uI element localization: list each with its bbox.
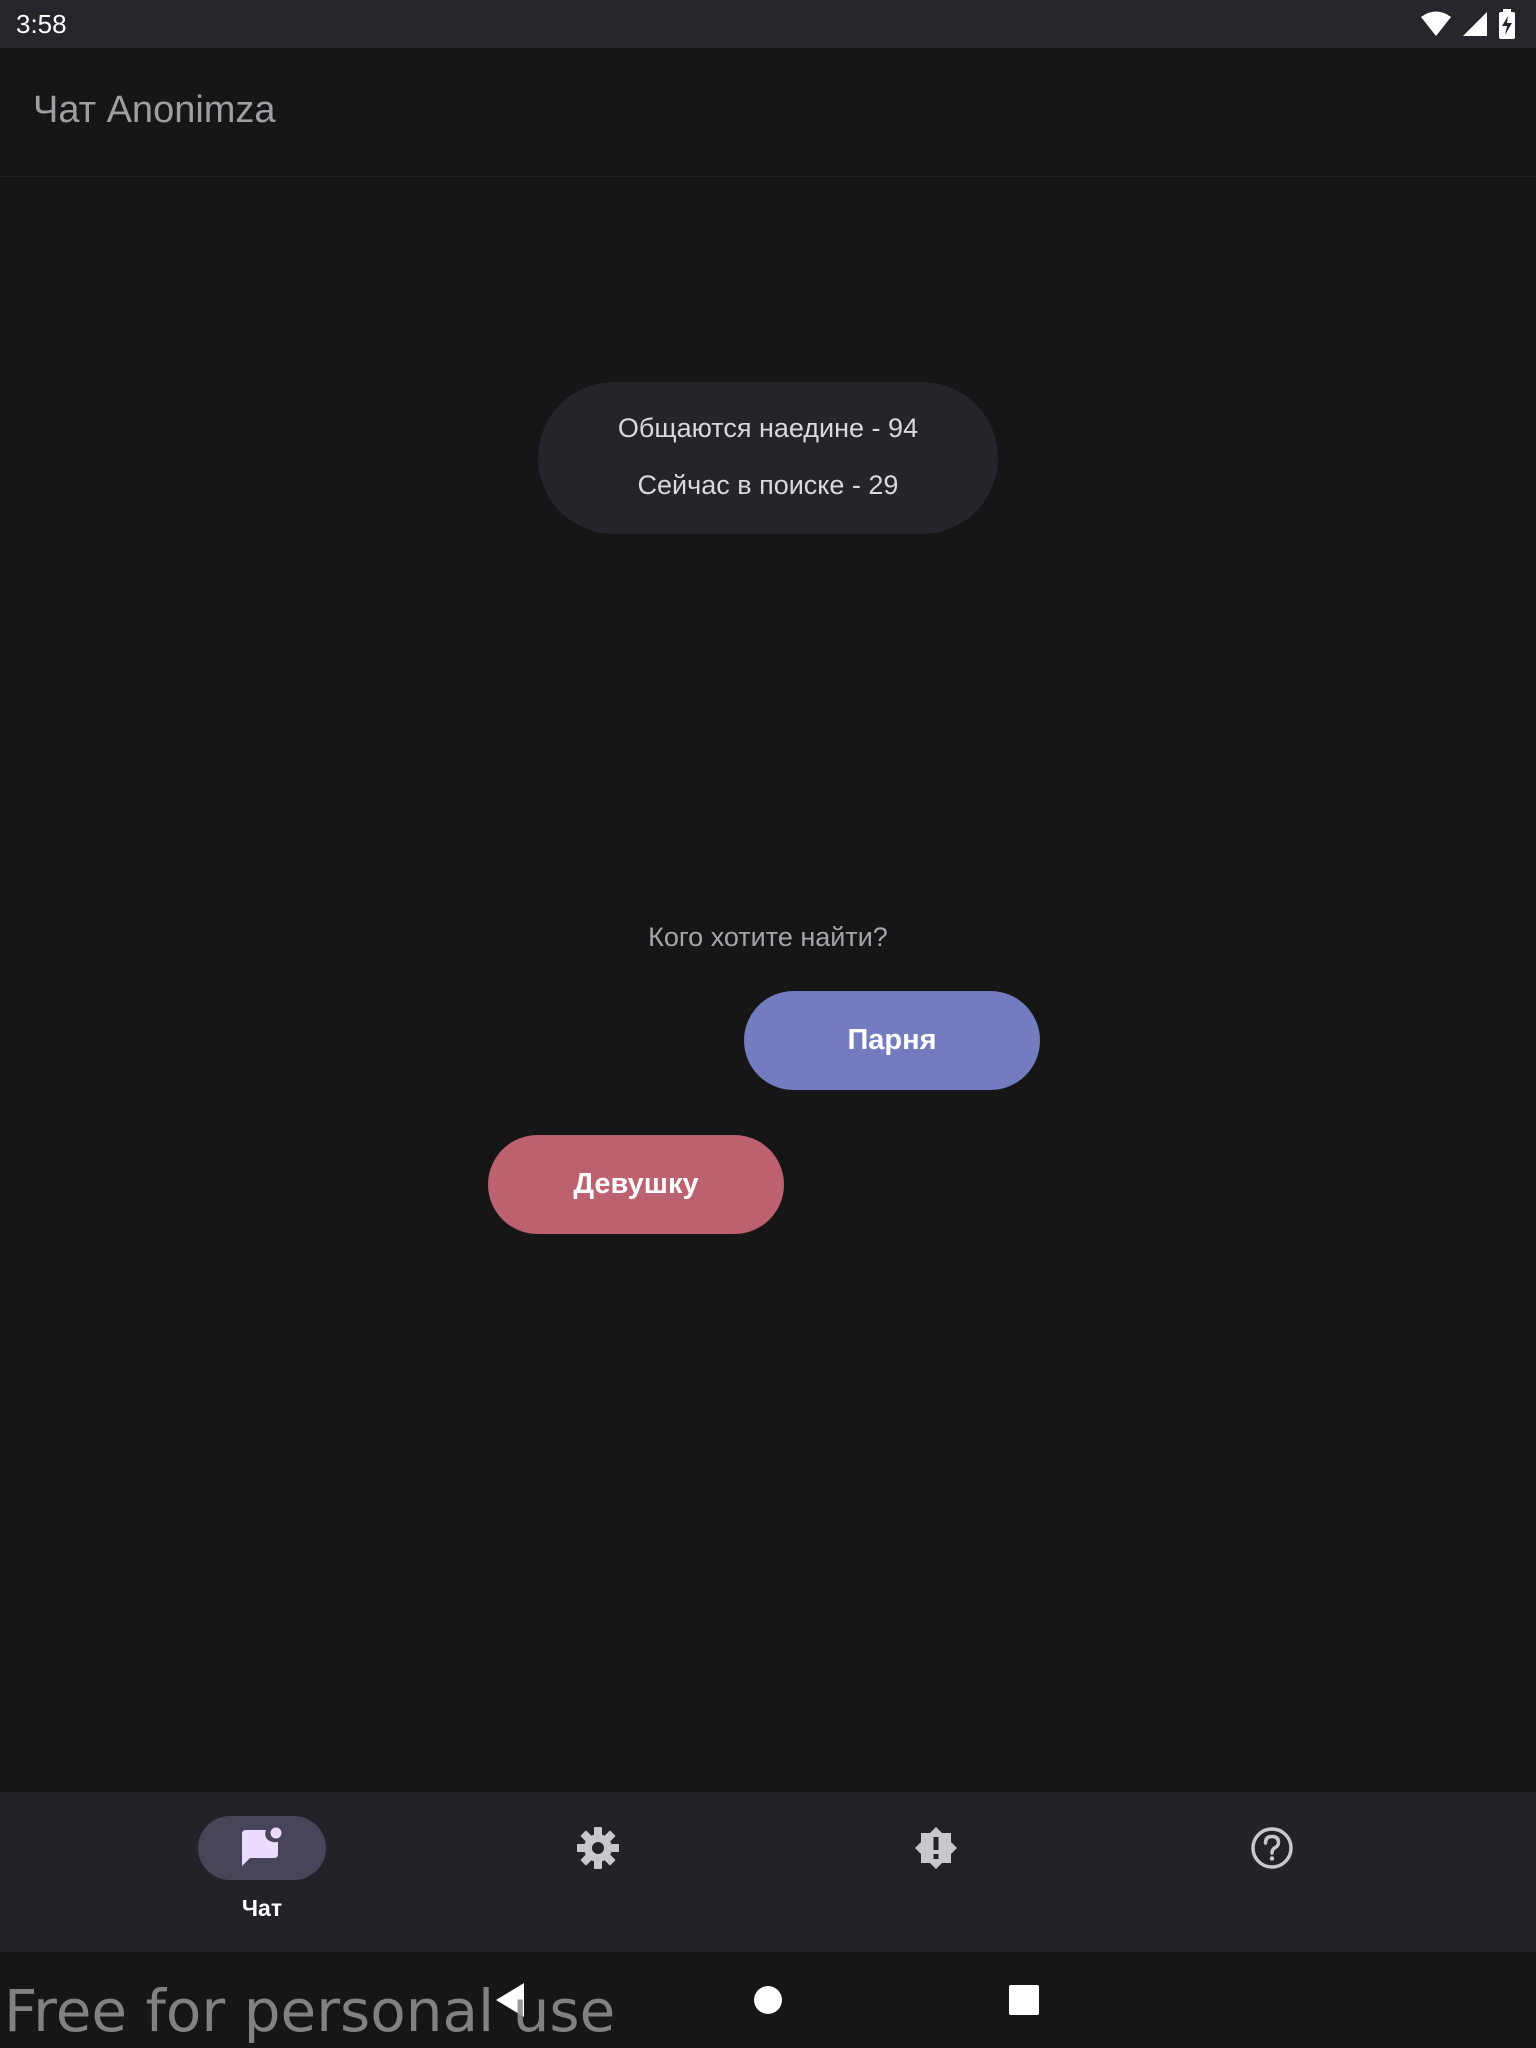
report-icon xyxy=(914,1826,958,1870)
home-icon[interactable] xyxy=(748,1980,788,2020)
back-icon[interactable] xyxy=(492,1980,532,2020)
online-pairs-count: Общаются наедине - 94 xyxy=(617,413,919,443)
nav-item-report[interactable] xyxy=(836,1792,1036,1952)
searching-count: Сейчас в поиске - 29 xyxy=(637,470,899,500)
system-navigation-bar xyxy=(0,1952,1536,2048)
battery-charging-icon xyxy=(1498,9,1516,39)
find-guy-button[interactable]: Парня xyxy=(744,991,1040,1090)
app-screen: 3:58 Чат Anonimza Общаются наедине - 94 … xyxy=(0,0,1536,2048)
nav-item-settings[interactable] xyxy=(498,1792,698,1952)
recents-icon[interactable] xyxy=(1004,1980,1044,2020)
search-question: Кого хотите найти? xyxy=(648,922,888,952)
online-stats-card: Общаются наедине - 94 Сейчас в поиске - … xyxy=(538,382,998,534)
chat-icon xyxy=(240,1826,284,1870)
app-title: Чат Anonimza xyxy=(33,89,276,131)
bottom-navigation: Чат xyxy=(0,1792,1536,1952)
wifi-icon xyxy=(1420,11,1452,37)
nav-item-chat[interactable]: Чат xyxy=(162,1792,362,1952)
status-time: 3:58 xyxy=(16,9,67,39)
find-girl-button[interactable]: Девушку xyxy=(488,1135,784,1234)
gear-icon xyxy=(576,1826,620,1870)
help-icon xyxy=(1250,1826,1294,1870)
status-bar: 3:58 xyxy=(0,0,1536,48)
app-bar: Чат Anonimza xyxy=(0,48,1536,177)
signal-icon xyxy=(1462,11,1488,37)
nav-item-help[interactable] xyxy=(1172,1792,1372,1952)
nav-label-chat: Чат xyxy=(241,1895,283,1921)
status-icons xyxy=(1420,9,1516,39)
